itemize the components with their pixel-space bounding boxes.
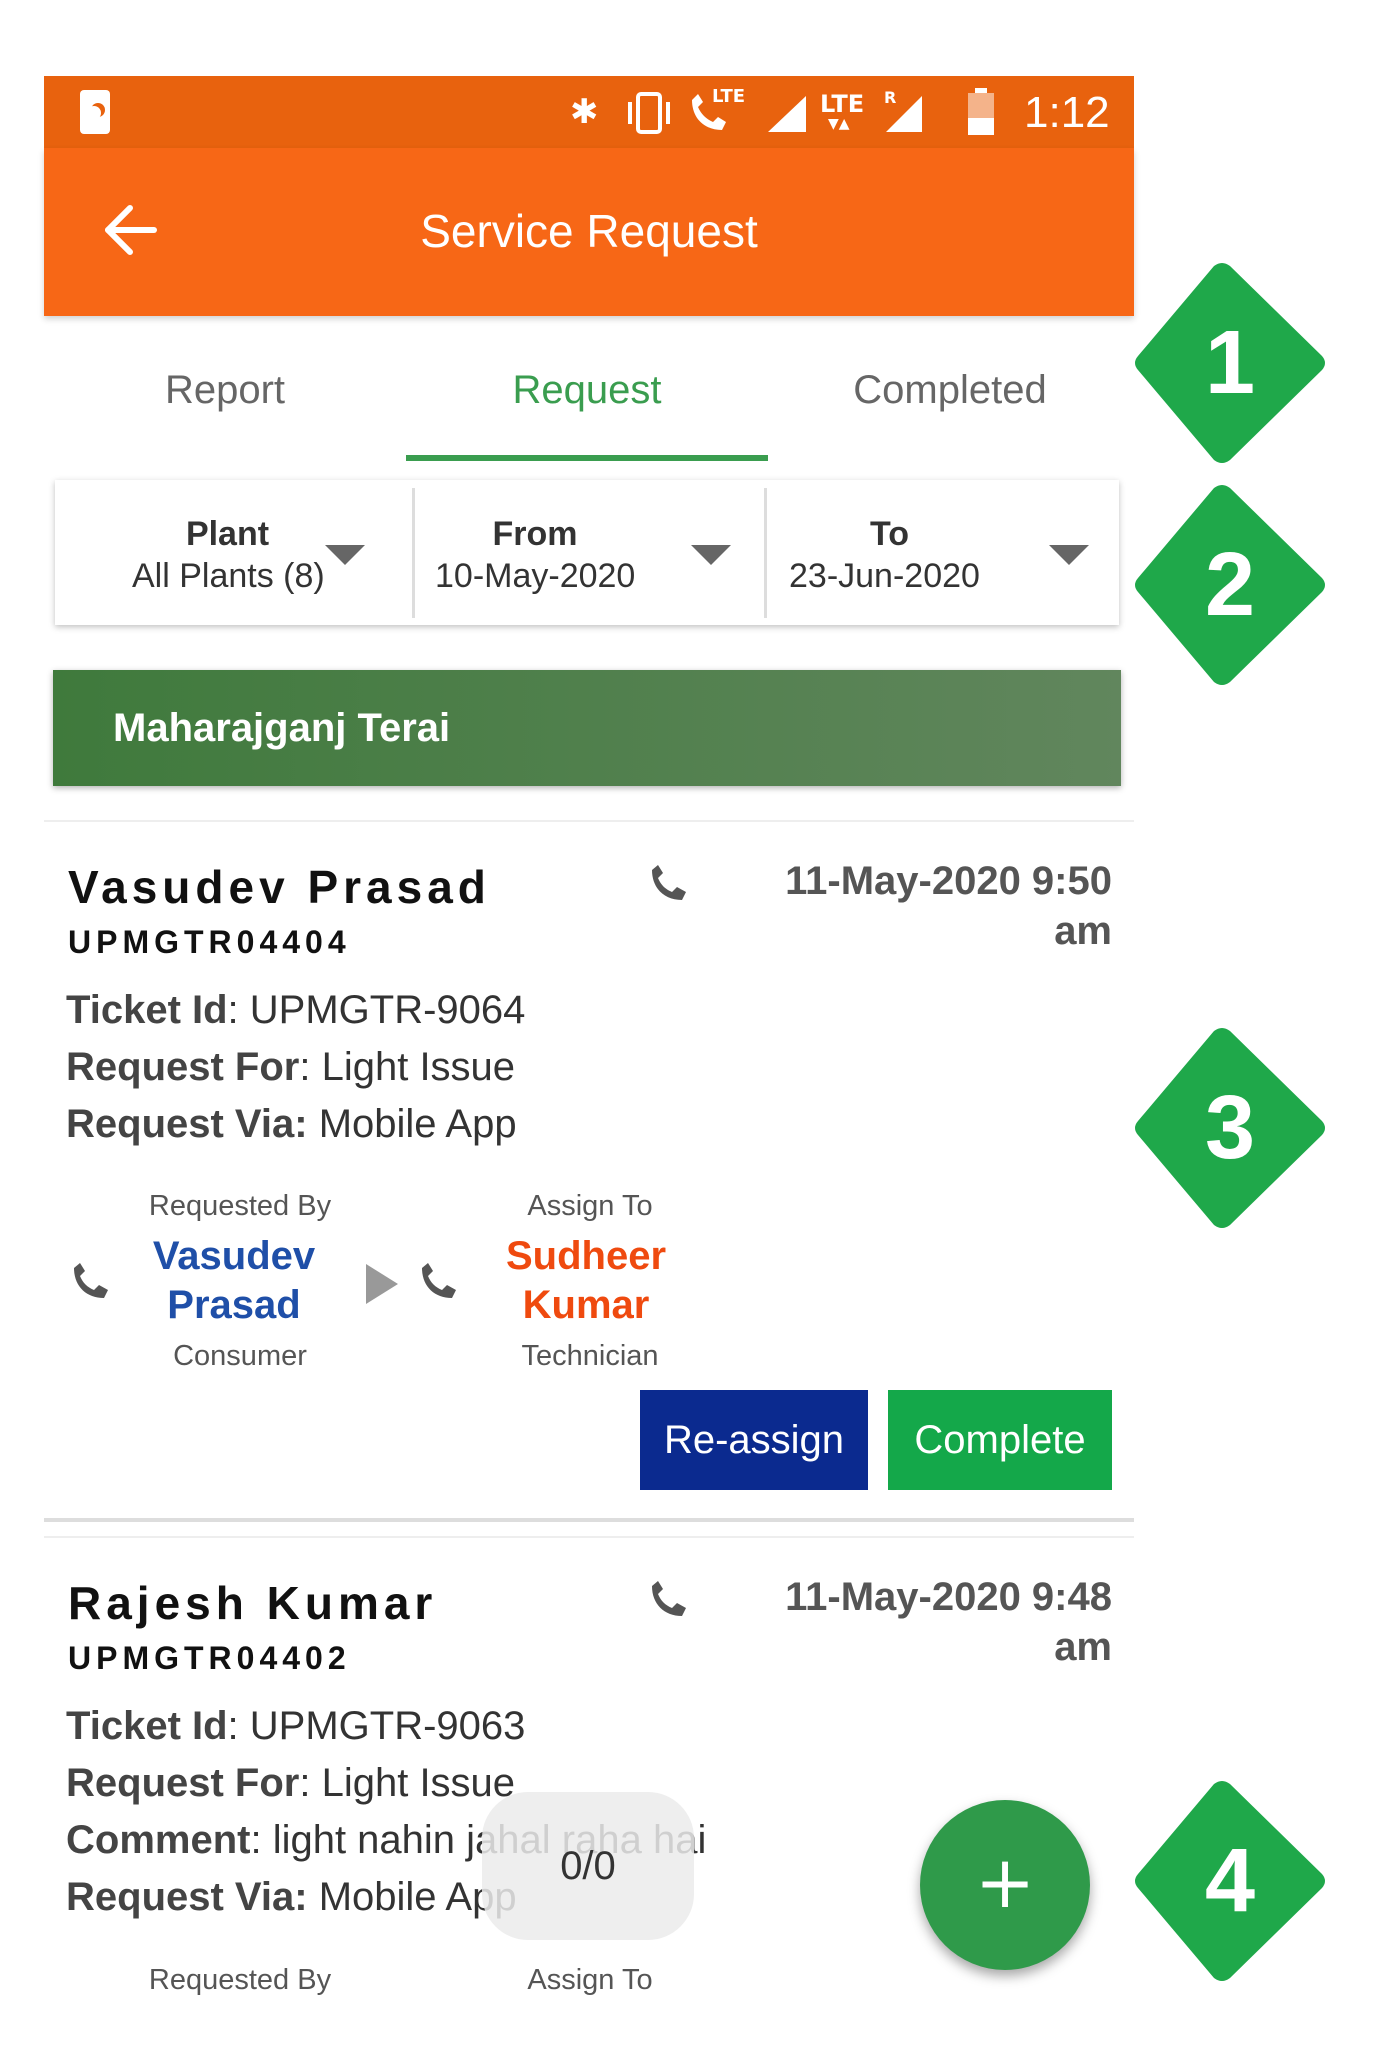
reassign-button[interactable]: Re-assign xyxy=(640,1390,868,1490)
play-arrow-icon xyxy=(366,1264,398,1304)
requester-last-name: Prasad xyxy=(167,1283,301,1327)
requested-by-label: Requested By xyxy=(148,1964,332,1996)
request-date-line2: am xyxy=(1054,909,1112,953)
consumer-code: UPMGTR04404 xyxy=(68,924,351,960)
assignee-role: Technician xyxy=(521,1340,659,1372)
request-for-line: Request For: Light Issue xyxy=(66,1045,516,1089)
plus-icon: + xyxy=(974,1840,1036,1924)
annotation-marker-2: 2 xyxy=(1130,480,1330,690)
add-request-button[interactable]: + xyxy=(920,1800,1090,1970)
page-title: Service Request xyxy=(420,205,758,257)
page-counter: 0/0 xyxy=(482,1792,694,1940)
requested-by-label: Requested By xyxy=(148,1190,332,1222)
request-for-label: Request For xyxy=(66,1045,300,1089)
ticket-id-line: Ticket Id: UPMGTR-9064 xyxy=(66,988,526,1032)
plant-filter-value: All Plants (8) xyxy=(132,557,325,595)
marker-number: 2 xyxy=(1204,535,1256,635)
assign-to-label: Assign To xyxy=(527,1190,653,1222)
chevron-down-icon xyxy=(1049,545,1089,565)
consumer-name: Rajesh Kumar xyxy=(68,1577,438,1629)
filter-bar: Plant All Plants (8) From 10-May-2020 To… xyxy=(55,480,1119,625)
card-divider xyxy=(44,1518,1134,1522)
app-bar: Service Request xyxy=(44,148,1134,316)
bluetooth-icon: ✱ xyxy=(570,92,599,132)
request-for-value: Light Issue xyxy=(321,1761,516,1805)
card-divider xyxy=(44,820,1134,822)
phone-icon[interactable] xyxy=(648,864,688,904)
card-divider xyxy=(44,1536,1134,1538)
request-date-line1: 11-May-2020 9:50 xyxy=(785,859,1112,903)
to-date-value: 23-Jun-2020 xyxy=(789,557,980,595)
annotation-marker-4: 4 xyxy=(1130,1776,1330,1986)
marker-number: 3 xyxy=(1204,1078,1256,1178)
annotation-marker-3: 3 xyxy=(1130,1023,1330,1233)
ticket-id-value: UPMGTR-9063 xyxy=(249,1704,526,1748)
night-mode-icon xyxy=(80,90,110,134)
lte-label: LTE xyxy=(712,86,746,107)
status-bar: ✱ LTE LTE ▼▲ R 1:12 xyxy=(44,76,1134,148)
comment-label: Comment xyxy=(66,1818,251,1862)
assignee-name[interactable]: Sudheer Kumar xyxy=(456,1232,716,1330)
request-date-line1: 11-May-2020 9:48 xyxy=(785,1575,1112,1619)
request-via-line: Request Via: Mobile App xyxy=(66,1102,517,1147)
ticket-id-label: Ticket Id xyxy=(66,1704,228,1748)
request-date-line2: am xyxy=(1054,1625,1112,1669)
phone-icon[interactable] xyxy=(648,1580,688,1620)
request-date: 11-May-2020 9:50 am xyxy=(692,856,1112,956)
tab-completed[interactable]: Completed xyxy=(800,368,1100,413)
to-date-label: To xyxy=(869,515,909,553)
request-for-line: Request For: Light Issue xyxy=(66,1761,516,1805)
vibrate-icon xyxy=(628,92,670,134)
plant-filter-dropdown[interactable]: Plant All Plants (8) xyxy=(55,480,410,625)
requester-name[interactable]: Vasudev Prasad xyxy=(104,1232,364,1330)
assignee-first-name: Sudheer xyxy=(505,1234,667,1278)
request-via-value: Mobile App xyxy=(318,1102,517,1146)
tab-request[interactable]: Request xyxy=(437,368,737,413)
assignee-last-name: Kumar xyxy=(522,1283,650,1327)
consumer-name: Vasudev Prasad xyxy=(68,861,491,913)
requester-role: Consumer xyxy=(173,1340,307,1372)
to-date-dropdown[interactable]: To 23-Jun-2020 xyxy=(767,480,1119,625)
chevron-down-icon xyxy=(325,545,365,565)
signal-icon xyxy=(768,96,806,132)
annotation-marker-1: 1 xyxy=(1130,258,1330,468)
consumer-code: UPMGTR04402 xyxy=(68,1640,351,1676)
marker-number: 1 xyxy=(1204,313,1256,413)
request-for-label: Request For xyxy=(66,1761,300,1805)
assign-to-label: Assign To xyxy=(527,1964,653,1996)
from-date-value: 10-May-2020 xyxy=(435,557,636,595)
request-date: 11-May-2020 9:48 am xyxy=(692,1572,1112,1672)
plant-name: Maharajganj Terai xyxy=(113,706,451,750)
request-via-line: Request Via: Mobile App xyxy=(66,1875,517,1920)
ticket-id-value: UPMGTR-9064 xyxy=(249,988,526,1032)
data-arrows-icon: ▼▲ xyxy=(828,116,850,132)
ticket-id-line: Ticket Id: UPMGTR-9063 xyxy=(66,1704,526,1748)
request-via-label: Request Via: xyxy=(66,1102,308,1146)
from-date-dropdown[interactable]: From 10-May-2020 xyxy=(415,480,765,625)
lte-icon: LTE xyxy=(820,90,865,118)
tab-report[interactable]: Report xyxy=(75,368,375,413)
chevron-down-icon xyxy=(691,545,731,565)
roaming-signal-icon xyxy=(886,96,922,132)
status-time: 1:12 xyxy=(1024,88,1110,137)
request-via-label: Request Via: xyxy=(66,1875,308,1919)
request-for-value: Light Issue xyxy=(321,1045,516,1089)
plant-group-header[interactable]: Maharajganj Terai xyxy=(53,670,1121,786)
marker-number: 4 xyxy=(1204,1831,1256,1931)
battery-icon xyxy=(968,88,994,135)
phone-icon[interactable] xyxy=(418,1262,458,1302)
active-tab-indicator xyxy=(406,455,768,461)
ticket-id-label: Ticket Id xyxy=(66,988,228,1032)
complete-button[interactable]: Complete xyxy=(888,1390,1112,1490)
from-date-label: From xyxy=(492,515,578,553)
requester-first-name: Vasudev xyxy=(152,1234,316,1278)
